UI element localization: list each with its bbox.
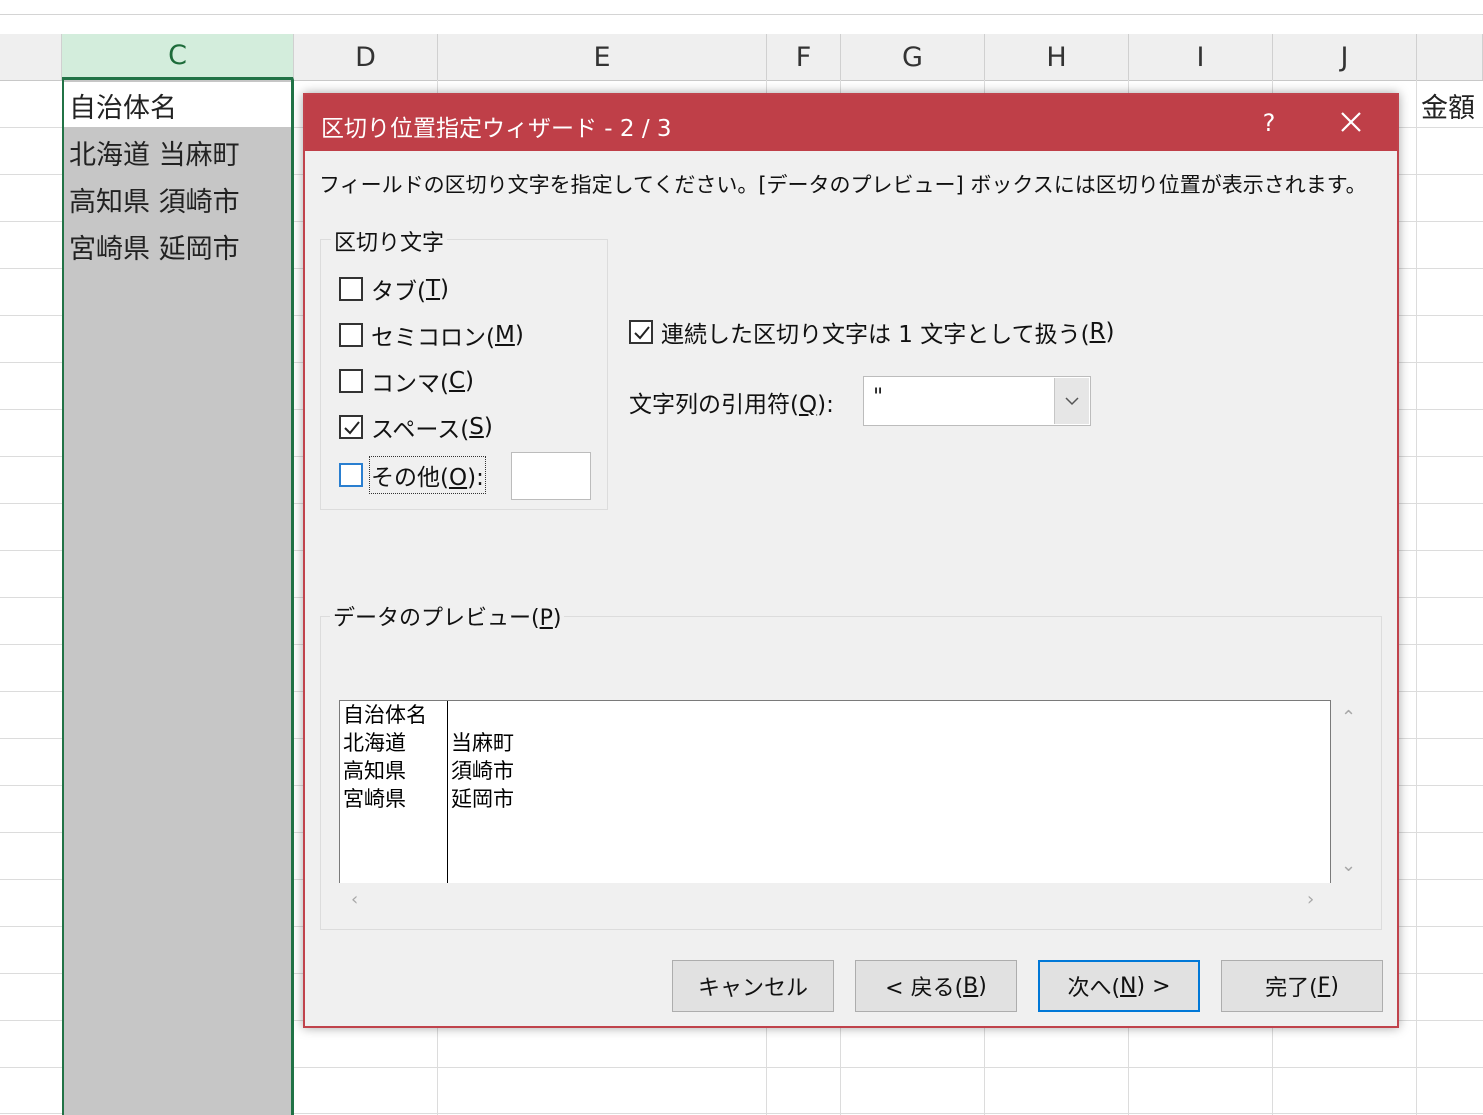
text-qualifier-label: 文字列の引用符(Q):: [629, 392, 834, 418]
help-button[interactable]: ?: [1249, 105, 1289, 141]
comma-checkbox[interactable]: コンマ(C): [339, 364, 474, 398]
cancel-button[interactable]: キャンセル: [672, 960, 834, 1012]
delimiter-group-label: 区切り文字: [331, 225, 448, 257]
text-to-columns-dialog: 区切り位置指定ウィザード - 2 / 3 ? フィールドの区切り文字を指定してく…: [303, 93, 1399, 1028]
dropdown-button[interactable]: [1054, 378, 1089, 424]
other-label: その他(O):: [369, 456, 486, 494]
close-button[interactable]: [1325, 103, 1377, 143]
checkbox-box[interactable]: [339, 463, 363, 487]
column-header-h[interactable]: H: [985, 34, 1129, 80]
column-header-j[interactable]: J: [1273, 34, 1417, 80]
back-button[interactable]: < 戻る(B): [855, 960, 1017, 1012]
checkbox-box[interactable]: [339, 323, 363, 347]
dialog-titlebar[interactable]: 区切り位置指定ウィザード - 2 / 3 ?: [305, 95, 1397, 151]
other-delimiter-input[interactable]: [511, 452, 591, 500]
other-checkbox[interactable]: その他(O):: [339, 456, 486, 494]
dialog-description: フィールドの区切り文字を指定してください。[データのプレビュー] ボックスには区…: [319, 173, 1367, 197]
chevron-down-icon: [1065, 397, 1079, 406]
column-header-k[interactable]: [1417, 34, 1483, 80]
preview-column-2[interactable]: 当麻町 須崎市 延岡市: [451, 701, 514, 813]
scroll-down-icon[interactable]: ⌄: [1341, 855, 1356, 876]
checkbox-box[interactable]: [339, 415, 363, 439]
next-button[interactable]: 次へ(N) >: [1038, 960, 1200, 1012]
column-header-e[interactable]: E: [438, 34, 767, 80]
cell-c4[interactable]: 宮崎県 延岡市: [69, 227, 240, 266]
checkbox-box[interactable]: [339, 277, 363, 301]
data-preview[interactable]: 自治体名 北海道 高知県 宮崎県 当麻町 須崎市 延岡市: [339, 700, 1331, 883]
finish-button[interactable]: 完了(F): [1221, 960, 1383, 1012]
ribbon-edge: [0, 0, 1483, 15]
scroll-right-icon[interactable]: ›: [1307, 889, 1314, 910]
space-checkbox[interactable]: スペース(S): [339, 410, 493, 444]
close-icon: [1341, 112, 1361, 132]
text-qualifier-value: ": [873, 385, 884, 410]
text-qualifier-select[interactable]: ": [863, 376, 1091, 426]
column-header-bar: C D E F G H I J: [0, 34, 1483, 81]
checkmark-icon: [634, 326, 650, 340]
preview-group-label: データのプレビュー(P): [330, 600, 565, 632]
tab-checkbox[interactable]: タブ(T): [339, 272, 449, 306]
column-break-line[interactable]: [447, 701, 448, 883]
scroll-up-icon[interactable]: ⌃: [1341, 707, 1356, 728]
cell-k1[interactable]: 金額: [1421, 86, 1475, 125]
scroll-left-icon[interactable]: ‹: [351, 889, 358, 910]
cell-c3[interactable]: 高知県 須崎市: [69, 180, 240, 219]
column-header-d[interactable]: D: [294, 34, 438, 80]
checkmark-icon: [344, 421, 360, 435]
cell-c2[interactable]: 北海道 当麻町: [69, 133, 240, 172]
preview-column-1[interactable]: 自治体名 北海道 高知県 宮崎県: [343, 701, 427, 813]
semicolon-checkbox[interactable]: セミコロン(M): [339, 318, 524, 352]
checkbox-box[interactable]: [339, 369, 363, 393]
cell-c1[interactable]: 自治体名: [69, 86, 177, 125]
consecutive-delimiter-checkbox[interactable]: 連続した区切り文字は 1 文字として扱う(R): [629, 315, 1115, 349]
column-header-f[interactable]: F: [767, 34, 841, 80]
column-header-c[interactable]: C: [62, 34, 294, 80]
dialog-title: 区切り位置指定ウィザード - 2 / 3: [321, 116, 672, 142]
corner-cell[interactable]: [0, 34, 62, 80]
column-header-i[interactable]: I: [1129, 34, 1273, 80]
column-header-g[interactable]: G: [841, 34, 985, 80]
checkbox-box[interactable]: [629, 320, 653, 344]
